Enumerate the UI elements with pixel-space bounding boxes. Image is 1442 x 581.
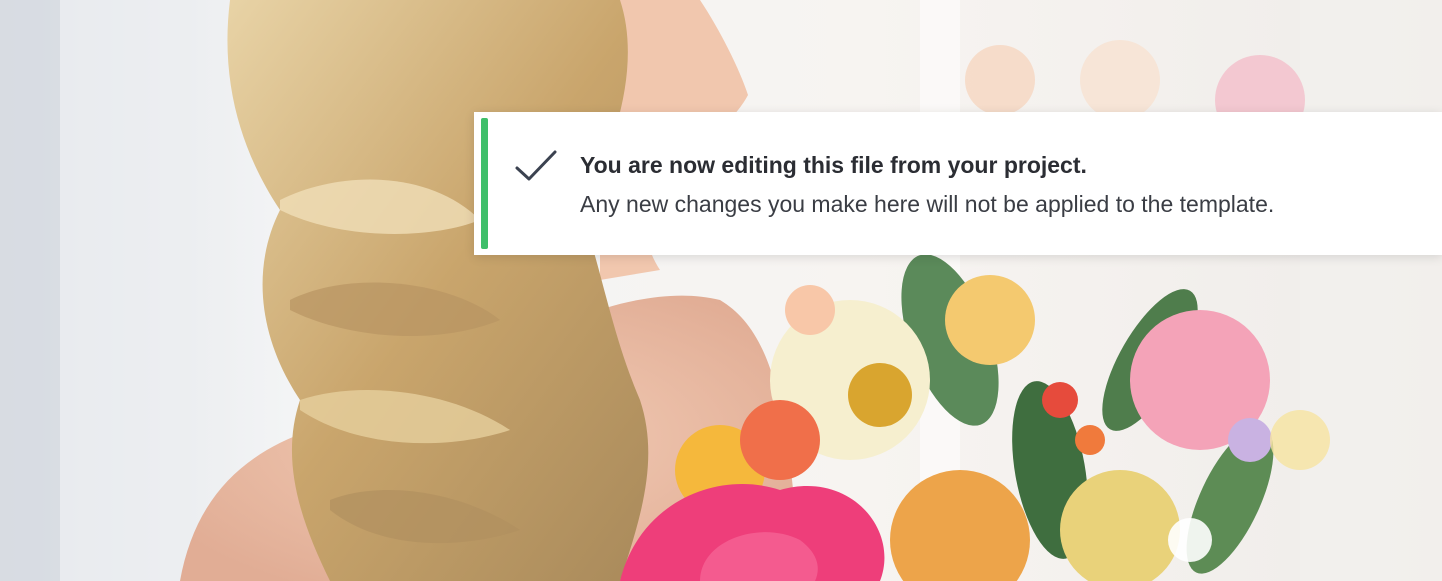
toast-message: Any new changes you make here will not b… bbox=[580, 191, 1275, 217]
notification-toast: You are now editing this file from your … bbox=[474, 112, 1442, 255]
editor-canvas: You are now editing this file from your … bbox=[0, 0, 1442, 581]
background-photo bbox=[0, 0, 1442, 581]
toast-title: You are now editing this file from your … bbox=[580, 152, 1087, 178]
toast-accent-bar bbox=[481, 118, 488, 249]
check-icon bbox=[514, 148, 558, 184]
